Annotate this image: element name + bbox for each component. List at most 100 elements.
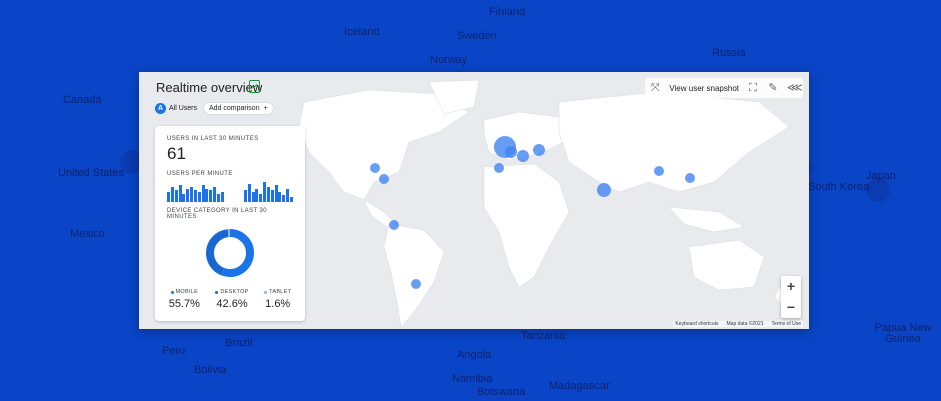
- users-per-minute-bar: [201, 185, 205, 202]
- legend-desktop-name: DESKTOP: [220, 289, 249, 295]
- map-attribution: Keyboard shortcuts Map data ©2021 Terms …: [673, 321, 803, 327]
- users-per-minute-bar: [247, 183, 251, 202]
- users-per-minute-bar: [251, 192, 255, 202]
- device-legend: MOBILE 55.7% DESKTOP 42.6% TABLET 1.6%: [155, 289, 305, 310]
- legend-mobile: MOBILE 55.7%: [169, 289, 200, 310]
- users-per-minute-bar: [209, 190, 213, 202]
- bg-label-brazil: Brazil: [225, 337, 253, 349]
- users-per-minute-bar: [259, 193, 263, 202]
- users-per-minute-bar: [220, 192, 224, 202]
- users-per-minute-bar: [178, 185, 182, 202]
- bg-label-namibia: Namibia: [452, 373, 493, 385]
- map-data-text: Map data ©2021: [726, 321, 764, 327]
- bg-label-norway: Norway: [430, 54, 468, 66]
- mobile-dot: [170, 290, 174, 294]
- users-per-minute-bar: [213, 187, 217, 202]
- users-per-minute-bar: [167, 192, 170, 202]
- bg-label-papua: Papua New Guinea: [874, 322, 932, 345]
- user-location-dot: [411, 279, 421, 289]
- bg-label-south-korea: South Korea: [808, 181, 870, 193]
- users-per-minute-bar: [193, 190, 197, 202]
- legend-tablet-value: 1.6%: [265, 298, 291, 310]
- user-location-dot: [389, 220, 399, 230]
- realtime-summary-card: USERS IN LAST 30 MINUTES 61 USERS PER MI…: [155, 126, 305, 321]
- user-location-dot: [379, 174, 389, 184]
- users-per-minute-bar: [182, 193, 186, 202]
- users-per-minute-bar: [255, 188, 259, 202]
- bg-label-tanzania: Tanzania: [521, 330, 566, 342]
- users-per-minute-bar: [174, 190, 178, 202]
- zoom-in-button[interactable]: +: [781, 276, 801, 297]
- users-per-minute-bar: [278, 192, 282, 202]
- bg-label-sweden: Sweden: [457, 30, 497, 42]
- legend-desktop: DESKTOP 42.6%: [215, 289, 248, 310]
- legend-desktop-value: 42.6%: [216, 298, 248, 310]
- users-per-minute-bar: [274, 185, 278, 202]
- user-location-dot: [597, 183, 611, 197]
- plus-icon: +: [263, 105, 268, 112]
- users-per-minute-bar: [190, 187, 194, 202]
- bg-label-russia: Russia: [712, 47, 746, 59]
- bg-label-finland: Finland: [489, 6, 526, 18]
- users-per-minute-label: USERS PER MINUTE: [167, 171, 233, 177]
- bg-label-botswana: Botswana: [477, 386, 526, 398]
- users-last-30-value: 61: [167, 144, 186, 163]
- snapshot-icon[interactable]: ⤧: [649, 82, 661, 94]
- all-users-chip[interactable]: A All Users: [155, 102, 197, 115]
- bg-label-mexico: Mexico: [70, 228, 105, 240]
- page-title: Realtime overview: [156, 80, 263, 95]
- device-donut-chart: [205, 228, 255, 283]
- map-zoom-controls: + −: [781, 276, 801, 318]
- users-per-minute-bar: [263, 182, 267, 202]
- view-user-snapshot-button[interactable]: View user snapshot: [669, 84, 739, 93]
- users-per-minute-bar: [286, 188, 290, 202]
- bg-label-bolivia: Bolivia: [194, 364, 227, 376]
- user-location-dot: [494, 163, 504, 173]
- verified-check-icon: [249, 80, 260, 93]
- header-toolbar: ⤧ View user snapshot ⛶ ✎ ⋘: [645, 78, 803, 98]
- segment-avatar: A: [155, 103, 166, 114]
- all-users-label: All Users: [169, 105, 198, 112]
- users-per-minute-chart: [167, 180, 293, 202]
- zoom-out-button[interactable]: −: [781, 297, 801, 318]
- legend-tablet: TABLET 1.6%: [264, 289, 291, 310]
- tablet-dot: [264, 290, 268, 294]
- users-per-minute-bar: [205, 188, 209, 202]
- users-per-minute-bar: [243, 190, 247, 202]
- add-comparison-label: Add comparison: [209, 105, 260, 112]
- legend-mobile-value: 55.7%: [168, 298, 200, 310]
- users-per-minute-bar: [282, 195, 286, 202]
- user-location-dot: [685, 173, 695, 183]
- device-category-label: DEVICE CATEGORY IN LAST 30 MINUTES: [167, 208, 267, 220]
- users-per-minute-bar: [197, 192, 201, 202]
- edit-icon[interactable]: ✎: [767, 82, 779, 94]
- bg-label-japan: Japan: [866, 170, 896, 182]
- user-location-dot: [654, 166, 664, 176]
- bg-label-angola: Angola: [457, 349, 492, 361]
- user-location-dot: [517, 150, 529, 162]
- users-per-minute-bar: [186, 188, 190, 202]
- bg-label-canada: Canada: [63, 94, 102, 106]
- keyboard-shortcuts-link[interactable]: Keyboard shortcuts: [675, 321, 718, 327]
- realtime-panel: Realtime overview ⤧ View user snapshot ⛶…: [139, 72, 809, 329]
- users-per-minute-bar: [270, 190, 274, 202]
- bg-label-peru: Peru: [162, 345, 186, 357]
- legend-tablet-name: TABLET: [269, 289, 292, 295]
- bg-label-madagascar: Madagascar: [549, 380, 610, 392]
- user-location-dot: [370, 163, 380, 173]
- fullscreen-icon[interactable]: ⛶: [747, 82, 759, 94]
- legend-mobile-name: MOBILE: [175, 289, 199, 295]
- bg-label-iceland: Iceland: [344, 26, 380, 38]
- terms-of-use-link[interactable]: Terms of Use: [772, 321, 801, 327]
- comparison-chips: A All Users Add comparison +: [155, 102, 274, 115]
- users-last-30-label: USERS IN LAST 30 MINUTES: [167, 136, 259, 142]
- users-per-minute-bar: [216, 193, 220, 202]
- desktop-dot: [215, 290, 219, 294]
- panel-header: Realtime overview ⤧ View user snapshot ⛶…: [139, 72, 809, 100]
- user-location-dot: [505, 146, 517, 158]
- share-icon[interactable]: ⋘: [787, 82, 803, 94]
- users-per-minute-bar: [170, 187, 174, 202]
- add-comparison-button[interactable]: Add comparison +: [203, 102, 274, 115]
- users-per-minute-bar: [290, 197, 293, 202]
- bg-label-united-states: United States: [58, 167, 125, 179]
